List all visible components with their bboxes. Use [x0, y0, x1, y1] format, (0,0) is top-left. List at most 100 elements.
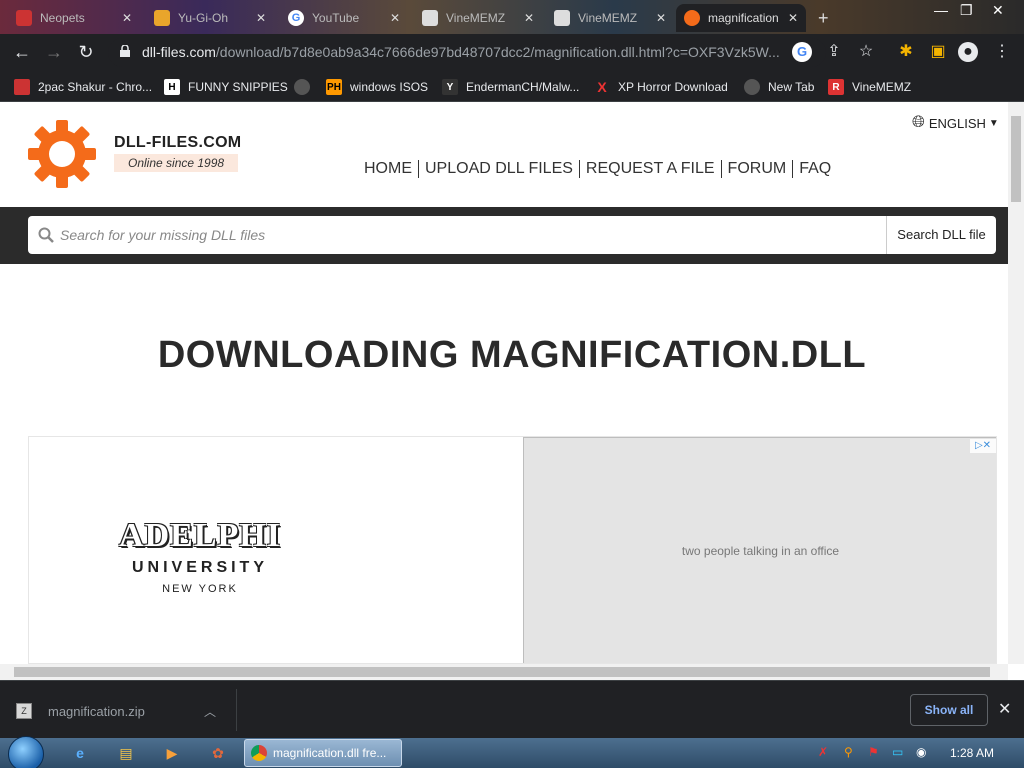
main-nav: HOME UPLOAD DLL FILES REQUEST A FILE FOR…	[364, 160, 837, 178]
nav-forum[interactable]: FORUM	[720, 160, 793, 178]
minimize-icon[interactable]: —	[934, 2, 948, 18]
chrome-icon	[251, 745, 267, 761]
tab-4[interactable]: VineMEMZ ✕	[414, 4, 542, 32]
tab-1[interactable]: Neopets ✕	[8, 4, 140, 32]
restore-icon[interactable]: ❐	[960, 2, 973, 19]
bookmark-label: VineMEMZ	[852, 80, 912, 94]
vertical-scrollbar[interactable]	[1008, 102, 1024, 664]
taskbar-chrome-window[interactable]: magnification.dll fre...	[244, 739, 402, 767]
bookmark-favicon-icon: R	[828, 79, 844, 95]
divider	[236, 689, 237, 731]
scrollbar-thumb[interactable]	[14, 667, 990, 677]
bookmark-windows-isos[interactable]: PH windows ISOS	[326, 77, 428, 97]
media-player-icon[interactable]: ▶	[152, 741, 192, 765]
search-dll-button[interactable]: Search DLL file	[886, 216, 996, 254]
dll-search-input[interactable]: Search for your missing DLL files	[28, 216, 886, 254]
internet-explorer-icon[interactable]: e	[60, 741, 100, 765]
scrollbar-thumb[interactable]	[1011, 116, 1021, 202]
tray-icon[interactable]: ⚲	[844, 745, 860, 761]
tab-favicon-icon	[684, 10, 700, 26]
close-icon[interactable]: ✕	[656, 11, 666, 25]
bookmark-label: windows ISOS	[350, 80, 429, 94]
reload-icon[interactable]: ↻	[74, 40, 98, 64]
bookmark-label: FUNNY SNIPPIES	[188, 80, 288, 94]
ad-choices-icon[interactable]: ▷✕	[970, 439, 996, 453]
tab-title: magnification	[708, 11, 779, 25]
chevron-up-icon[interactable]: ︿	[204, 703, 216, 720]
close-window-icon[interactable]: ✕	[992, 2, 1004, 19]
gear-logo-icon[interactable]	[28, 120, 96, 188]
back-icon[interactable]: ←	[10, 40, 34, 64]
nav-upload-dll-files[interactable]: UPLOAD DLL FILES	[418, 160, 579, 178]
bookmark-funny-snippies[interactable]: H FUNNY SNIPPIES	[164, 77, 288, 97]
start-button[interactable]	[8, 736, 44, 768]
language-selector[interactable]: 🌐︎ ENGLISH ▼	[912, 114, 999, 132]
extensions-icon[interactable]: ✱	[896, 42, 916, 62]
search-band: Search for your missing DLL files Search…	[0, 207, 1008, 264]
bookmark-vinememz[interactable]: R VineMEMZ	[828, 77, 911, 97]
bookmark-favicon-icon: PH	[326, 79, 342, 95]
tab-3[interactable]: G YouTube ✕	[280, 4, 408, 32]
file-explorer-icon[interactable]: ▤	[106, 741, 146, 765]
google-lens-icon[interactable]: G	[792, 42, 812, 62]
browser-toolbar: ← → ↻ dll-files.com/download/b7d8e0ab9a3…	[0, 34, 1024, 71]
caret-down-icon: ▼	[988, 117, 999, 129]
tab-5[interactable]: VineMEMZ ✕	[546, 4, 674, 32]
tab-2[interactable]: Yu-Gi-Oh ✕	[146, 4, 274, 32]
bookmark-globe[interactable]	[294, 77, 318, 97]
display-icon[interactable]: ▭	[892, 745, 908, 761]
tab-title: Yu-Gi-Oh	[178, 11, 229, 25]
profile-icon[interactable]: ●	[958, 42, 978, 62]
bookmark-label: 2pac Shakur - Chro...	[38, 80, 153, 94]
tab-favicon-icon	[154, 10, 170, 26]
bookmarks-bar: 2pac Shakur - Chro... H FUNNY SNIPPIES P…	[0, 71, 1024, 102]
new-tab-icon[interactable]: +	[818, 8, 829, 29]
site-brand-name[interactable]: DLL-FILES.COM	[114, 134, 241, 152]
tab-title: Neopets	[40, 11, 85, 25]
nav-request-a-file[interactable]: REQUEST A FILE	[578, 160, 721, 178]
tab-favicon-icon	[554, 10, 570, 26]
share-icon[interactable]: ⇪	[824, 42, 844, 62]
forward-icon[interactable]: →	[42, 40, 66, 64]
bookmark-new-tab[interactable]: New Tab	[744, 77, 814, 97]
advertisement[interactable]: ADELPHI UNIVERSITY NEW YORK two people t…	[28, 436, 997, 664]
close-icon[interactable]: ✕	[524, 11, 534, 25]
tab-strip: Neopets ✕ Yu-Gi-Oh ✕ G YouTube ✕ VineMEM…	[0, 0, 1024, 34]
nav-home[interactable]: HOME	[364, 160, 418, 178]
search-icon	[38, 227, 54, 243]
volume-icon[interactable]: ◉	[916, 745, 932, 761]
close-icon[interactable]: ✕	[122, 11, 132, 25]
close-icon[interactable]: ✕	[256, 11, 266, 25]
bookmark-xp-horror[interactable]: X XP Horror Download	[594, 77, 728, 97]
tab-title: VineMEMZ	[578, 11, 638, 25]
globe-icon	[294, 79, 310, 95]
taskbar-window-title: magnification.dll fre...	[273, 746, 387, 760]
download-item[interactable]: Z magnification.zip ︿	[16, 697, 236, 725]
show-all-button[interactable]: Show all	[910, 694, 988, 726]
horizontal-scrollbar[interactable]	[0, 664, 1008, 680]
address-bar[interactable]: dll-files.com/download/b7d8e0ab9a34c7666…	[108, 38, 826, 67]
bookmark-favicon-icon: Y	[442, 79, 458, 95]
tab-favicon-icon	[422, 10, 438, 26]
bookmark-2pac[interactable]: 2pac Shakur - Chro...	[14, 77, 152, 97]
nav-faq[interactable]: FAQ	[792, 160, 837, 178]
tab-active[interactable]: magnification ✕	[676, 4, 806, 32]
globe-icon: 🌐︎	[912, 114, 925, 131]
flag-icon[interactable]: ⚑	[868, 745, 884, 761]
download-shelf: Z magnification.zip ︿ Show all ✕	[0, 680, 1024, 738]
close-icon[interactable]: ✕	[998, 699, 1011, 719]
menu-icon[interactable]: ⋮	[992, 42, 1012, 62]
bookmark-favicon-icon: X	[597, 79, 607, 95]
close-icon[interactable]: ✕	[390, 11, 400, 25]
ad-photo-label: two people talking in an office	[681, 544, 840, 558]
ad-logo-line2: UNIVERSITY	[131, 559, 268, 576]
close-icon[interactable]: ✕	[788, 11, 798, 25]
clock[interactable]: 1:28 AM	[950, 746, 994, 760]
bookmark-endermanch[interactable]: Y EndermanCH/Malw...	[442, 77, 579, 97]
search-placeholder: Search for your missing DLL files	[60, 227, 266, 243]
star-icon[interactable]: ☆	[856, 42, 876, 62]
side-panel-icon[interactable]: ▣	[928, 42, 948, 62]
url-path: /download/b7d8e0ab9a34c7666de97bd48707dc…	[215, 44, 780, 60]
app-icon[interactable]: ✿	[198, 741, 238, 765]
tray-icon[interactable]: ✗	[818, 745, 834, 761]
